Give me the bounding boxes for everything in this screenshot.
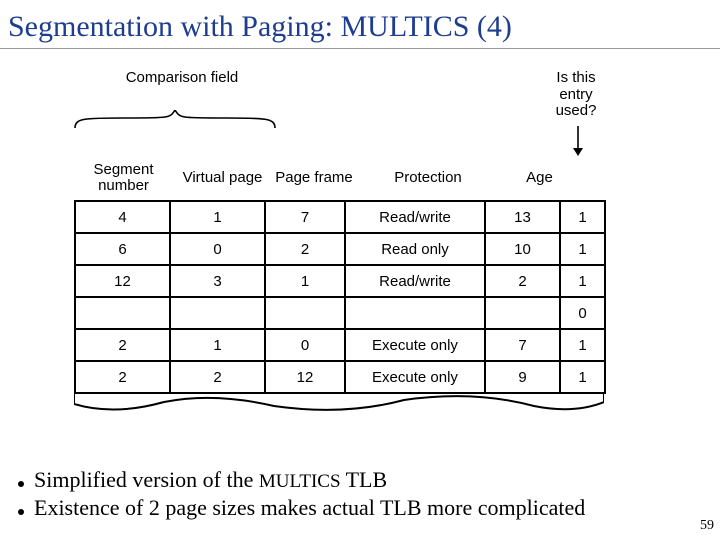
cell-seg: 12 (75, 265, 170, 297)
cell-frame: 0 (265, 329, 345, 361)
cell-vpage (170, 297, 265, 329)
cell-used: 0 (560, 297, 605, 329)
tlb-table: 4 1 7 Read/write 13 1 6 0 2 Read only 10… (74, 200, 606, 394)
bullet-text: Simplified version of the MULTICS TLB (34, 466, 387, 494)
bullet-dot-icon (18, 509, 24, 515)
cell-used: 1 (560, 361, 605, 393)
arrow-down-icon (572, 126, 584, 156)
used-label: Is this entry used? (546, 70, 606, 120)
cell-seg: 6 (75, 233, 170, 265)
col-header-frame: Page frame (272, 156, 356, 200)
col-header-age: Age (500, 156, 579, 200)
cell-prot: Read only (345, 233, 485, 265)
figure-annotations: Comparison field Is this entry used? (74, 70, 634, 156)
torn-edge-icon (74, 394, 604, 416)
tlb-figure: Comparison field Is this entry used? Seg… (74, 70, 634, 416)
cell-vpage: 3 (170, 265, 265, 297)
bullet-dot-icon (18, 481, 24, 487)
bullet-item: Existence of 2 page sizes makes actual T… (18, 494, 698, 522)
cell-age: 7 (485, 329, 560, 361)
table-row: 12 3 1 Read/write 2 1 (75, 265, 605, 297)
cell-vpage: 1 (170, 201, 265, 233)
bullet-list: Simplified version of the MULTICS TLB Ex… (18, 466, 698, 521)
cell-vpage: 1 (170, 329, 265, 361)
cell-frame (265, 297, 345, 329)
table-row: 2 1 0 Execute only 7 1 (75, 329, 605, 361)
cell-seg: 2 (75, 361, 170, 393)
table-row: 0 (75, 297, 605, 329)
cell-frame: 1 (265, 265, 345, 297)
cell-prot (345, 297, 485, 329)
bullet-1-prefix: Simplified version of the (34, 467, 259, 492)
cell-age (485, 297, 560, 329)
bullet-text: Existence of 2 page sizes makes actual T… (34, 494, 585, 522)
bullet-1-suffix: TLB (341, 467, 388, 492)
cell-age: 10 (485, 233, 560, 265)
slide: Segmentation with Paging: MULTICS (4) Co… (0, 0, 720, 540)
cell-vpage: 0 (170, 233, 265, 265)
cell-used: 1 (560, 329, 605, 361)
table-header-row: Segment number Virtual page Page frame P… (74, 156, 634, 200)
col-header-used (579, 156, 628, 200)
table-row: 6 0 2 Read only 10 1 (75, 233, 605, 265)
cell-seg: 4 (75, 201, 170, 233)
page-number: 59 (700, 518, 714, 534)
slide-title: Segmentation with Paging: MULTICS (4) (0, 0, 720, 49)
table-row: 4 1 7 Read/write 13 1 (75, 201, 605, 233)
cell-prot: Read/write (345, 201, 485, 233)
table-row: 2 2 12 Execute only 9 1 (75, 361, 605, 393)
cell-age: 2 (485, 265, 560, 297)
cell-prot: Read/write (345, 265, 485, 297)
bullet-1-smallcaps: MULTICS (259, 471, 341, 492)
cell-seg (75, 297, 170, 329)
cell-prot: Execute only (345, 361, 485, 393)
cell-frame: 2 (265, 233, 345, 265)
comparison-field-label: Comparison field (122, 70, 242, 87)
cell-age: 9 (485, 361, 560, 393)
bullet-item: Simplified version of the MULTICS TLB (18, 466, 698, 494)
cell-seg: 2 (75, 329, 170, 361)
cell-vpage: 2 (170, 361, 265, 393)
brace-icon (74, 110, 276, 130)
cell-used: 1 (560, 265, 605, 297)
cell-prot: Execute only (345, 329, 485, 361)
cell-frame: 7 (265, 201, 345, 233)
cell-age: 13 (485, 201, 560, 233)
col-header-vpage: Virtual page (173, 156, 272, 200)
cell-used: 1 (560, 201, 605, 233)
cell-frame: 12 (265, 361, 345, 393)
col-header-protection: Protection (356, 156, 500, 200)
col-header-segment: Segment number (74, 156, 173, 200)
cell-used: 1 (560, 233, 605, 265)
